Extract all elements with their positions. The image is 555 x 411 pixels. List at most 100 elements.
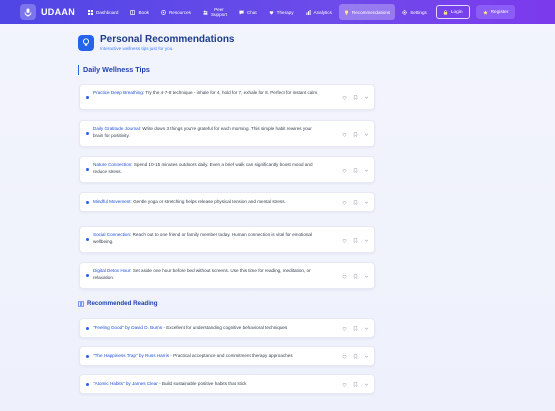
bookmark-icon[interactable] bbox=[353, 167, 358, 173]
item-actions bbox=[342, 200, 369, 205]
chevron-down-icon[interactable] bbox=[364, 95, 369, 100]
item-title: Social Connection: bbox=[93, 232, 132, 237]
nav-item-analytics[interactable]: Analytics bbox=[301, 4, 337, 20]
item-description: - Excellent for understanding cognitive … bbox=[162, 325, 288, 330]
item-title: Practice Deep Breathing: bbox=[93, 90, 145, 95]
list-item[interactable]: "Feeling Good" by David D. Burns - Excel… bbox=[79, 318, 375, 338]
list-item[interactable]: Practice Deep Breathing: Try the 4-7-8 t… bbox=[79, 84, 375, 110]
heart-icon[interactable] bbox=[342, 382, 347, 387]
heart-icon[interactable] bbox=[342, 132, 347, 137]
bullet-dot bbox=[86, 326, 89, 330]
item-description: Gentle yoga or stretching helps release … bbox=[131, 199, 286, 204]
item-text: Daily Gratitude Journal: Write down 3 th… bbox=[93, 126, 323, 139]
chevron-down-icon[interactable] bbox=[364, 168, 369, 173]
nav-label: Therapy bbox=[276, 9, 294, 15]
bullet-dot bbox=[86, 238, 89, 241]
reading-heading-label: Recommended Reading bbox=[87, 300, 158, 307]
heart-icon[interactable] bbox=[342, 326, 347, 331]
bullet-dot bbox=[86, 132, 89, 135]
bullet-dot bbox=[86, 168, 89, 171]
list-item[interactable]: "Atomic Habits" by James Clear - Build s… bbox=[79, 374, 375, 394]
bookmark-icon[interactable] bbox=[353, 326, 358, 331]
nav-item-book[interactable]: Book bbox=[125, 4, 153, 20]
page-title: Personal Recommendations bbox=[100, 34, 235, 45]
list-item[interactable]: Social Connection: Reach out to one frie… bbox=[79, 226, 375, 253]
item-actions bbox=[342, 354, 369, 359]
item-actions bbox=[342, 237, 369, 243]
resources-icon bbox=[161, 9, 166, 15]
item-title: Mindful Movement: bbox=[93, 199, 132, 204]
list-item[interactable]: "The Happiness Trap" by Russ Harris - Pr… bbox=[79, 346, 375, 366]
item-actions bbox=[342, 382, 369, 387]
heart-icon[interactable] bbox=[342, 200, 347, 205]
item-title: "Atomic Habits" by James Clear bbox=[93, 381, 158, 386]
bookmark-icon[interactable] bbox=[353, 354, 358, 359]
app-name: UDAAN bbox=[41, 7, 75, 17]
bookmark-icon[interactable] bbox=[353, 131, 358, 137]
nav-item-chat[interactable]: Chat bbox=[234, 4, 262, 20]
item-description: - Build sustainable positive habits that… bbox=[157, 381, 247, 386]
item-text: "Atomic Habits" by James Clear - Build s… bbox=[93, 381, 323, 388]
register-button[interactable]: Register bbox=[475, 5, 516, 19]
chevron-down-icon[interactable] bbox=[364, 354, 369, 359]
login-button[interactable]: Login bbox=[435, 5, 470, 19]
list-item[interactable]: Digital Detox Hour: Set aside one hour b… bbox=[79, 262, 375, 289]
nav-item-therapy[interactable]: Therapy bbox=[264, 4, 299, 20]
app-logo[interactable]: UDAAN bbox=[20, 4, 75, 20]
item-text: Nature Connection: Spend 10-15 minutes o… bbox=[93, 162, 323, 175]
login-label: Login bbox=[450, 9, 463, 15]
item-actions bbox=[342, 131, 369, 137]
heart-icon[interactable] bbox=[342, 95, 347, 100]
reading-heading: Recommended Reading bbox=[78, 299, 157, 309]
nav-label: Dashboard bbox=[96, 9, 119, 15]
page-header: Personal Recommendations Interactive wel… bbox=[78, 34, 234, 51]
bookmark-icon[interactable] bbox=[353, 382, 358, 387]
nav-label: Resources bbox=[168, 9, 191, 15]
bookmark-icon[interactable] bbox=[353, 237, 358, 243]
item-title: Daily Gratitude Journal: bbox=[93, 126, 142, 131]
nav-item-resources[interactable]: Resources bbox=[156, 4, 196, 20]
bookmark-icon[interactable] bbox=[353, 95, 358, 100]
logo-icon bbox=[20, 4, 36, 20]
chevron-down-icon[interactable] bbox=[364, 326, 369, 331]
item-text: Digital Detox Hour: Set aside one hour b… bbox=[93, 268, 323, 281]
register-label: Register bbox=[490, 9, 509, 15]
heart-icon[interactable] bbox=[342, 354, 347, 359]
chevron-down-icon[interactable] bbox=[364, 382, 369, 387]
nav-label: Chat bbox=[246, 9, 257, 15]
nav-item-dashboard[interactable]: Dashboard bbox=[83, 4, 123, 20]
top-navbar: UDAAN Dashboard Book Resources Peer Suppo… bbox=[0, 0, 555, 24]
heart-icon[interactable] bbox=[342, 274, 347, 279]
item-text: "The Happiness Trap" by Russ Harris - Pr… bbox=[93, 353, 323, 360]
item-actions bbox=[342, 95, 369, 100]
nav-label-2: Support bbox=[210, 12, 228, 17]
chevron-down-icon[interactable] bbox=[364, 238, 369, 243]
bookmark-icon[interactable] bbox=[353, 200, 358, 205]
item-title: "The Happiness Trap" by Russ Harris bbox=[93, 353, 170, 358]
nav-item-peer-support[interactable]: Peer Support bbox=[198, 4, 232, 20]
chevron-down-icon[interactable] bbox=[364, 200, 369, 205]
nav-label: Book bbox=[138, 9, 149, 15]
bookmark-icon[interactable] bbox=[353, 273, 358, 279]
nav-label: Analytics bbox=[313, 9, 332, 15]
list-item[interactable]: Daily Gratitude Journal: Write down 3 th… bbox=[79, 120, 375, 147]
book-icon bbox=[130, 9, 136, 15]
peer-support-icon bbox=[203, 10, 208, 15]
nav-label: Recommendations bbox=[351, 9, 391, 15]
heart-icon[interactable] bbox=[342, 238, 347, 243]
bullet-dot bbox=[86, 354, 89, 358]
wellness-heading: Daily Wellness Tips bbox=[78, 65, 150, 75]
item-title: Digital Detox Hour: bbox=[93, 268, 132, 273]
item-actions bbox=[342, 273, 369, 279]
nav-item-settings[interactable]: Settings bbox=[397, 4, 432, 20]
list-item[interactable]: Mindful Movement: Gentle yoga or stretch… bbox=[79, 192, 375, 212]
nav-links: Dashboard Book Resources Peer Support Cha… bbox=[83, 4, 432, 20]
list-item[interactable]: Nature Connection: Spend 10-15 minutes o… bbox=[79, 156, 375, 183]
chevron-down-icon[interactable] bbox=[364, 132, 369, 137]
item-text: Mindful Movement: Gentle yoga or stretch… bbox=[93, 199, 323, 206]
nav-item-recommendations[interactable]: Recommendations bbox=[338, 4, 396, 20]
heart-icon[interactable] bbox=[342, 168, 347, 173]
nav-label: Settings bbox=[410, 9, 427, 15]
item-description: Try the 4-7-8 technique - inhale for 4, … bbox=[144, 90, 319, 95]
chevron-down-icon[interactable] bbox=[364, 274, 369, 279]
